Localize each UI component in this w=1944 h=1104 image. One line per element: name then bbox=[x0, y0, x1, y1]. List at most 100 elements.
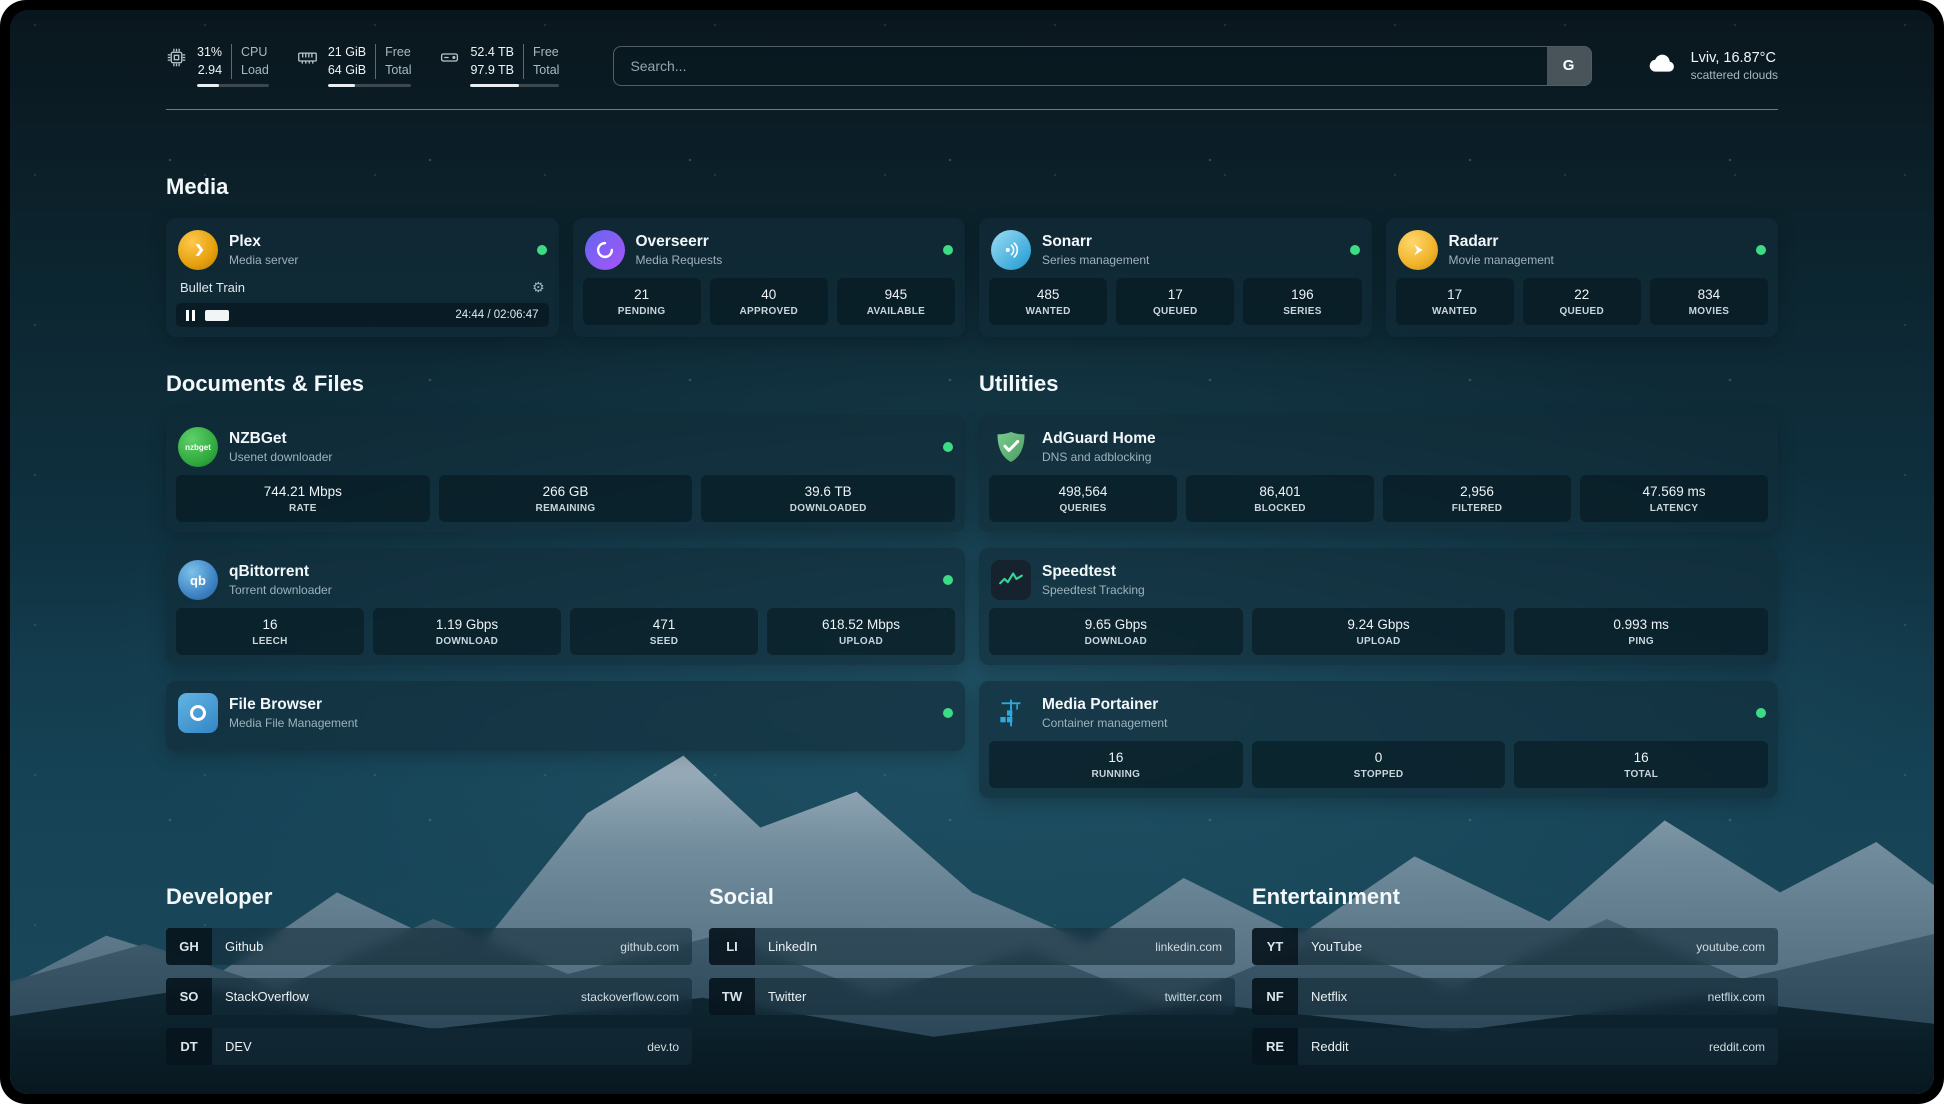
stats-row: 21PENDING40APPROVED945AVAILABLE bbox=[583, 278, 956, 325]
weather-widget[interactable]: Lviv, 16.87°C scattered clouds bbox=[1646, 47, 1778, 84]
card-titles-radarr: RadarrMovie management bbox=[1449, 233, 1554, 267]
service-title: Media Portainer bbox=[1042, 696, 1167, 714]
stat-total: 16 TOTAL bbox=[1514, 741, 1768, 788]
cpu-label-1: CPU bbox=[241, 44, 269, 62]
stat-label: DOWNLOAD bbox=[377, 636, 557, 647]
stat-value: 0 bbox=[1256, 750, 1502, 765]
stat-available: 945AVAILABLE bbox=[837, 278, 955, 325]
speedtest-icon bbox=[991, 560, 1031, 600]
stats-row: 16LEECH1.19 GbpsDOWNLOAD471SEED618.52 Mb… bbox=[176, 608, 955, 655]
stat-value: 945 bbox=[841, 287, 951, 302]
stat-value: 618.52 Mbps bbox=[771, 617, 951, 632]
service-title: AdGuard Home bbox=[1042, 430, 1156, 448]
stat-label: QUERIES bbox=[993, 503, 1173, 514]
stat-label: SEED bbox=[574, 636, 754, 647]
status-dot bbox=[1756, 245, 1766, 255]
service-card-radarr[interactable]: RadarrMovie management17WANTED22QUEUED83… bbox=[1386, 218, 1779, 337]
now-playing-row: Bullet Train ⚙ bbox=[176, 278, 549, 303]
stat-latency: 47.569 msLATENCY bbox=[1580, 475, 1768, 522]
service-subtitle: Media File Management bbox=[229, 716, 358, 730]
service-title: NZBGet bbox=[229, 430, 332, 448]
dashboard: 31% 2.94 CPU Load bbox=[10, 10, 1934, 1094]
card-header-overseerr: OverseerrMedia Requests bbox=[583, 228, 956, 278]
memory-label-1: Free bbox=[385, 44, 411, 62]
disk-meter bbox=[470, 84, 559, 87]
bookmark-url: stackoverflow.com bbox=[581, 978, 692, 1015]
bookmark-group-entertainment: Entertainment YTYouTubeyoutube.com NFNetfl… bbox=[1252, 884, 1778, 1065]
card-titles-speedtest: SpeedtestSpeedtest Tracking bbox=[1042, 563, 1145, 597]
service-subtitle: DNS and adblocking bbox=[1042, 450, 1156, 464]
track-title: Bullet Train bbox=[180, 280, 245, 295]
bookmark-linkedin[interactable]: LILinkedInlinkedin.com bbox=[709, 928, 1235, 965]
service-card-filebrowser[interactable]: File Browser Media File Management bbox=[166, 681, 965, 751]
stat-value: 16 bbox=[180, 617, 360, 632]
documents-cards: nzbgetNZBGetUsenet downloader744.21 Mbps… bbox=[166, 415, 965, 751]
search-provider-button[interactable]: G bbox=[1547, 47, 1591, 85]
bookmark-rows: GHGithubgithub.com SOStackOverflowstackov… bbox=[166, 928, 692, 1065]
pause-icon[interactable] bbox=[186, 310, 195, 321]
service-title: File Browser bbox=[229, 696, 358, 714]
stat-value: 21 bbox=[587, 287, 697, 302]
section-title-utilities: Utilities bbox=[979, 371, 1778, 397]
progress-fill bbox=[205, 310, 229, 321]
overseerr-icon bbox=[585, 230, 625, 270]
card-titles-filebrowser: File Browser Media File Management bbox=[229, 696, 358, 730]
service-card-overseerr[interactable]: OverseerrMedia Requests21PENDING40APPROV… bbox=[573, 218, 966, 337]
service-card-sonarr[interactable]: SonarrSeries management485WANTED17QUEUED… bbox=[979, 218, 1372, 337]
stat-value: 9.65 Gbps bbox=[993, 617, 1239, 632]
bookmark-twitter[interactable]: TWTwittertwitter.com bbox=[709, 978, 1235, 1015]
service-card-qbittorrent[interactable]: qbqBittorrentTorrent downloader16LEECH1.… bbox=[166, 548, 965, 665]
memory-meter bbox=[328, 84, 412, 87]
card-titles-portainer: Media PortainerContainer management bbox=[1042, 696, 1167, 730]
filebrowser-icon bbox=[178, 693, 218, 733]
bookmark-abbr: YT bbox=[1252, 928, 1298, 965]
card-titles-sonarr: SonarrSeries management bbox=[1042, 233, 1149, 267]
content: 31% 2.94 CPU Load bbox=[166, 10, 1778, 1065]
stat-value: 22 bbox=[1527, 287, 1637, 302]
stat-label: TOTAL bbox=[1518, 769, 1764, 780]
bookmark-netflix[interactable]: NFNetflixnetflix.com bbox=[1252, 978, 1778, 1015]
stat-ping: 0.993 msPING bbox=[1514, 608, 1768, 655]
bookmark-youtube[interactable]: YTYouTubeyoutube.com bbox=[1252, 928, 1778, 965]
media-cards: PlexMedia server Bullet Train ⚙ 24:44 / 02:… bbox=[166, 218, 1778, 337]
card-header-radarr: RadarrMovie management bbox=[1396, 228, 1769, 278]
playback-time: 24:44 / 02:06:47 bbox=[455, 309, 538, 321]
section-utilities: Utilities AdGuard Home DNS and adblocking… bbox=[979, 371, 1778, 798]
bookmark-name: YouTube bbox=[1298, 928, 1362, 965]
stat-upload: 9.24 GbpsUPLOAD bbox=[1252, 608, 1506, 655]
disk-total: 97.9 TB bbox=[470, 62, 514, 80]
two-column-area: Documents & Files nzbgetNZBGetUsenet dow… bbox=[166, 371, 1778, 798]
service-card-plex[interactable]: PlexMedia server Bullet Train ⚙ 24:44 / 02:… bbox=[166, 218, 559, 337]
stat-value: 16 bbox=[1518, 750, 1764, 765]
bookmark-github[interactable]: GHGithubgithub.com bbox=[166, 928, 692, 965]
bookmark-dev[interactable]: DTDEVdev.to bbox=[166, 1028, 692, 1065]
bookmark-reddit[interactable]: RERedditreddit.com bbox=[1252, 1028, 1778, 1065]
service-card-nzbget[interactable]: nzbgetNZBGetUsenet downloader744.21 Mbps… bbox=[166, 415, 965, 532]
progress-track[interactable] bbox=[205, 310, 445, 321]
bookmark-abbr: LI bbox=[709, 928, 755, 965]
stat-download: 1.19 GbpsDOWNLOAD bbox=[373, 608, 561, 655]
service-card-adguard[interactable]: AdGuard HomeDNS and adblocking498,564QUE… bbox=[979, 415, 1778, 532]
bookmark-abbr: SO bbox=[166, 978, 212, 1015]
service-card-portainer[interactable]: Media PortainerContainer management 16 RUN… bbox=[979, 681, 1778, 798]
service-title: Overseerr bbox=[636, 233, 723, 251]
bookmark-stackoverflow[interactable]: SOStackOverflowstackoverflow.com bbox=[166, 978, 692, 1015]
bookmark-url: dev.to bbox=[647, 1028, 692, 1065]
cpu-loadavg: 2.94 bbox=[198, 62, 222, 80]
bookmark-group-title: Entertainment bbox=[1252, 884, 1778, 910]
section-media: Media PlexMedia serverBullet Train⚙24:44… bbox=[166, 174, 1778, 337]
bookmark-url: twitter.com bbox=[1165, 978, 1235, 1015]
stat-value: 0.993 ms bbox=[1518, 617, 1764, 632]
search-input[interactable] bbox=[614, 47, 1546, 85]
player-bar: 24:44 / 02:06:47 bbox=[176, 303, 549, 327]
service-card-speedtest[interactable]: SpeedtestSpeedtest Tracking9.65 GbpsDOWN… bbox=[979, 548, 1778, 665]
bookmark-url: netflix.com bbox=[1708, 978, 1778, 1015]
stat-label: RUNNING bbox=[993, 769, 1239, 780]
gear-icon[interactable]: ⚙ bbox=[532, 279, 545, 296]
stat-value: 40 bbox=[714, 287, 824, 302]
stat-value: 2,956 bbox=[1387, 484, 1567, 499]
stat-value: 16 bbox=[993, 750, 1239, 765]
card-titles-plex: PlexMedia server bbox=[229, 233, 298, 267]
stat-label: WANTED bbox=[993, 306, 1103, 317]
radarr-icon bbox=[1398, 230, 1438, 270]
